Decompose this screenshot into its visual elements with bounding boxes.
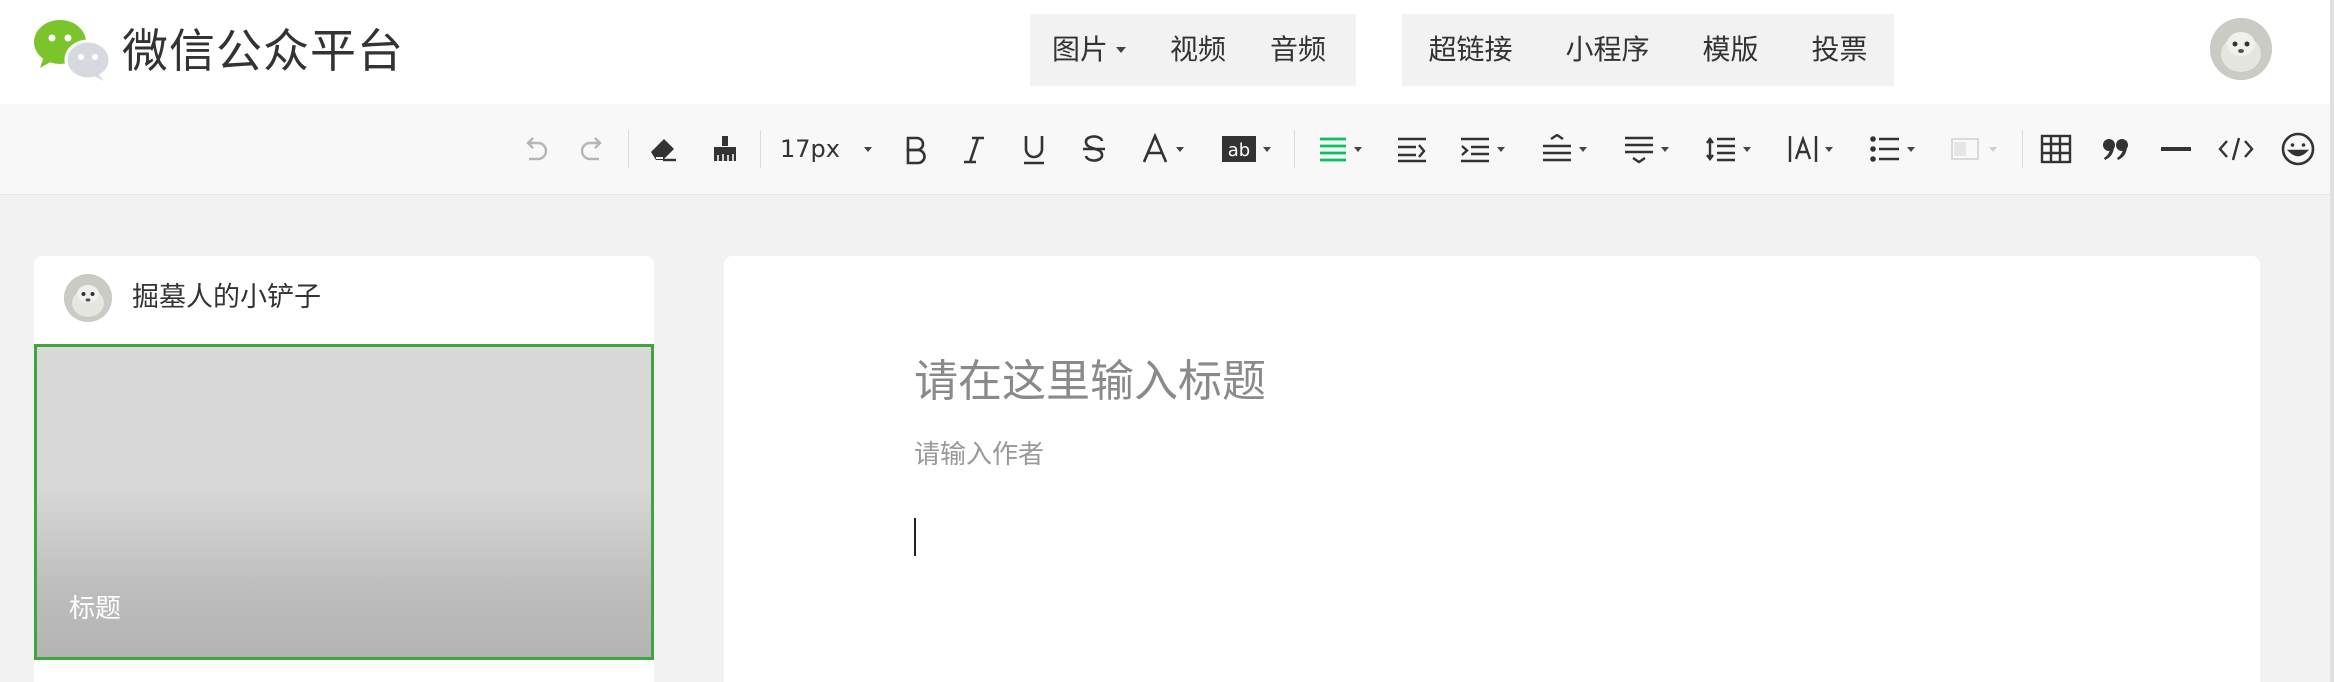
table-icon[interactable]	[2036, 104, 2076, 194]
toolbar-divider	[2022, 130, 2023, 168]
text-cursor	[914, 518, 916, 556]
paragraph-spacing-before-icon[interactable]	[1534, 104, 1594, 194]
chevron-down-icon	[1263, 146, 1271, 152]
chevron-down-icon	[1497, 146, 1505, 152]
top-header: 微信公众平台 图片 视频 音频 超链接 小程序 模版 投票	[0, 0, 2334, 104]
wechat-logo-icon	[32, 16, 112, 82]
insert-miniprogram-label: 小程序	[1565, 33, 1650, 66]
extra-insert-group: 超链接 小程序 模版 投票	[1402, 14, 1894, 86]
cover-title: 标题	[69, 594, 122, 624]
author-input[interactable]	[914, 440, 1714, 470]
insert-video-button[interactable]: 视频	[1148, 14, 1248, 86]
toolbar-divider	[760, 130, 761, 168]
horizontal-rule-icon[interactable]	[2156, 104, 2196, 194]
insert-template-button[interactable]: 模版	[1680, 14, 1780, 86]
article-cover-selected[interactable]: 标题	[34, 344, 654, 660]
italic-icon[interactable]	[954, 104, 994, 194]
chevron-down-icon	[1661, 146, 1669, 152]
undo-icon[interactable]	[515, 104, 555, 194]
bold-icon[interactable]	[895, 104, 935, 194]
chevron-down-icon	[1354, 146, 1362, 152]
title-input[interactable]	[914, 356, 2114, 407]
article-body-editor[interactable]	[914, 518, 2114, 658]
article-list-card: 掘墓人的小铲子 标题	[34, 256, 654, 682]
editor-panel	[724, 256, 2260, 682]
emoji-icon[interactable]	[2276, 104, 2320, 194]
format-brush-icon[interactable]	[705, 104, 745, 194]
paragraph-spacing-after-icon[interactable]	[1616, 104, 1676, 194]
chevron-down-icon	[1907, 146, 1915, 152]
eraser-icon[interactable]	[643, 104, 683, 194]
line-height-icon[interactable]	[1698, 104, 1758, 194]
letter-spacing-icon[interactable]	[1780, 104, 1840, 194]
underline-icon[interactable]	[1014, 104, 1054, 194]
toolbar-divider	[1294, 130, 1295, 168]
page-scrollbar[interactable]	[2330, 0, 2334, 682]
list-icon[interactable]	[1862, 104, 1922, 194]
svg-text:ab: ab	[1228, 140, 1250, 161]
chevron-down-icon	[1579, 146, 1587, 152]
account-name: 掘墓人的小铲子	[132, 282, 321, 313]
chevron-down-icon	[1989, 146, 1997, 152]
toolbar-divider	[628, 130, 629, 168]
insert-vote-button[interactable]: 投票	[1789, 14, 1889, 86]
chevron-down-icon	[1743, 146, 1751, 152]
align-icon[interactable]	[1310, 104, 1370, 194]
font-size-select[interactable]: 17px	[778, 104, 874, 194]
media-insert-group: 图片 视频 音频	[1030, 14, 1356, 86]
chevron-down-icon	[1116, 47, 1127, 53]
article-list-bottom	[34, 660, 654, 682]
first-line-indent-icon[interactable]	[1452, 104, 1512, 194]
strikethrough-icon[interactable]	[1074, 104, 1114, 194]
insert-hyperlink-label: 超链接	[1428, 33, 1513, 66]
chevron-down-icon	[1176, 146, 1184, 152]
insert-audio-button[interactable]: 音频	[1248, 14, 1348, 86]
code-icon[interactable]	[2216, 104, 2256, 194]
disabled-format-icon	[1944, 104, 2004, 194]
indent-icon[interactable]	[1392, 104, 1432, 194]
brand-title: 微信公众平台	[122, 24, 404, 78]
insert-hyperlink-button[interactable]: 超链接	[1406, 14, 1534, 86]
chevron-down-icon	[1825, 146, 1833, 152]
editor-toolbar: 17px ab	[0, 104, 2334, 195]
account-avatar	[64, 274, 112, 322]
redo-icon[interactable]	[573, 104, 613, 194]
background-color-icon[interactable]: ab	[1214, 104, 1278, 194]
insert-miniprogram-button[interactable]: 小程序	[1543, 14, 1671, 86]
insert-video-label: 视频	[1170, 33, 1227, 66]
font-size-value: 17px	[780, 135, 840, 163]
user-avatar[interactable]	[2210, 18, 2272, 80]
font-color-icon[interactable]	[1132, 104, 1192, 194]
chevron-down-icon	[863, 146, 872, 152]
insert-image-label: 图片	[1052, 33, 1109, 66]
insert-image-menu[interactable]: 图片	[1030, 14, 1148, 86]
insert-template-label: 模版	[1702, 33, 1759, 66]
insert-audio-label: 音频	[1270, 33, 1327, 66]
quote-icon[interactable]	[2096, 104, 2136, 194]
insert-vote-label: 投票	[1811, 33, 1868, 66]
